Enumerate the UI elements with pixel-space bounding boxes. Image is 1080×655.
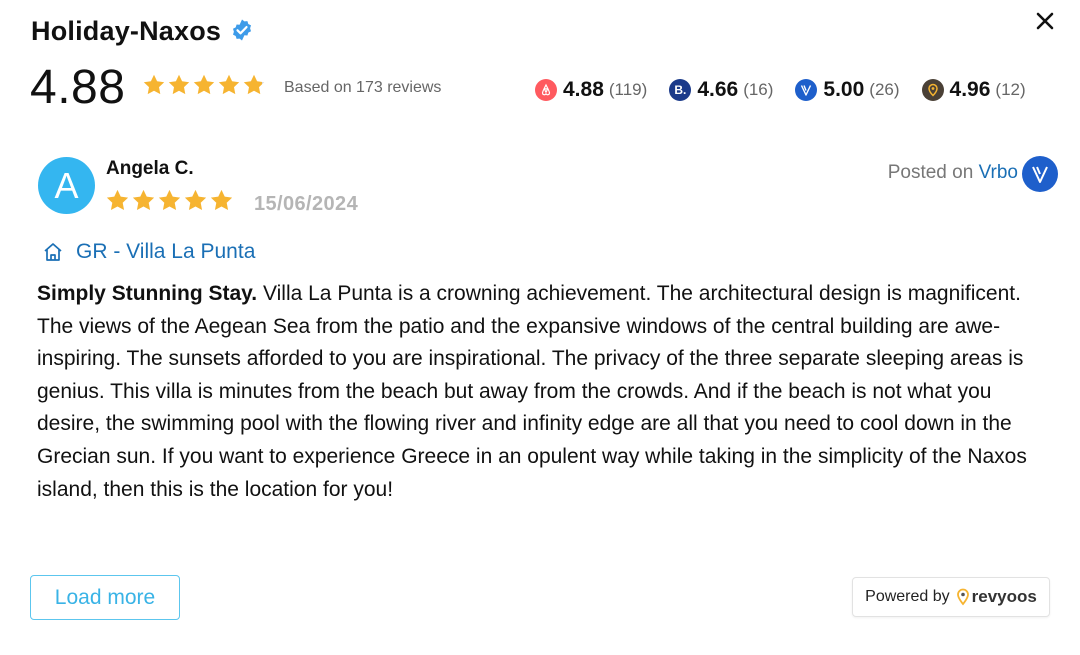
platform-score: 4.66 bbox=[697, 78, 739, 101]
platform-count: (26) bbox=[869, 80, 900, 99]
platform-rating-revyoos[interactable]: 4.96 (12) bbox=[921, 78, 1026, 102]
platform-count: (12) bbox=[995, 80, 1026, 99]
review-date: 15/06/2024 bbox=[254, 193, 359, 215]
vrbo-source-icon bbox=[1022, 156, 1058, 192]
property-name: GR - Villa La Punta bbox=[76, 240, 256, 263]
star-icon bbox=[184, 189, 207, 210]
booking-icon: B. bbox=[669, 79, 692, 101]
platform-rating-airbnb[interactable]: 4.88 (119) bbox=[535, 78, 647, 102]
close-icon[interactable] bbox=[1032, 8, 1058, 34]
property-link[interactable]: GR - Villa La Punta bbox=[42, 240, 255, 264]
platform-count: (16) bbox=[743, 80, 774, 99]
star-icon bbox=[143, 74, 165, 95]
posted-source-link[interactable]: Vrbo bbox=[979, 162, 1018, 183]
review-star-rating bbox=[105, 188, 234, 213]
reviewer-name: Angela C. bbox=[106, 158, 194, 179]
platform-rating-booking[interactable]: B. 4.66 (16) bbox=[669, 78, 773, 102]
platform-ratings: 4.88 (119) B. 4.66 (16) 5.00 (26) 4.96 (… bbox=[535, 78, 1026, 102]
powered-by-label: Powered by bbox=[865, 588, 950, 605]
star-icon bbox=[106, 189, 129, 210]
review-count-label: Based on 173 reviews bbox=[284, 79, 442, 96]
review-headline: Simply Stunning Stay. bbox=[37, 282, 258, 305]
platform-score: 4.88 bbox=[563, 78, 604, 101]
star-icon bbox=[218, 74, 240, 95]
verified-badge-icon bbox=[233, 19, 252, 40]
revyoos-pin-icon bbox=[956, 588, 969, 606]
review-body: Simply Stunning Stay. Villa La Punta is … bbox=[37, 278, 1047, 506]
platform-rating-vrbo[interactable]: 5.00 (26) bbox=[795, 78, 900, 102]
avatar: A bbox=[38, 157, 95, 214]
star-icon bbox=[243, 74, 265, 95]
star-icon bbox=[132, 189, 155, 210]
home-icon bbox=[44, 243, 62, 261]
platform-score: 4.96 bbox=[949, 78, 991, 101]
load-more-button[interactable]: Load more bbox=[30, 575, 180, 620]
platform-count: (119) bbox=[608, 80, 648, 99]
airbnb-icon bbox=[535, 79, 557, 101]
widget-header: Holiday-Naxos bbox=[31, 16, 254, 47]
revyoos-logo-text: revyoos bbox=[971, 587, 1037, 606]
star-icon bbox=[193, 74, 215, 95]
star-icon bbox=[158, 189, 181, 210]
star-icon bbox=[168, 74, 190, 95]
posted-prefix: Posted on bbox=[887, 162, 974, 183]
revyoos-icon bbox=[921, 79, 944, 101]
vrbo-icon bbox=[795, 79, 818, 101]
page-title: Holiday-Naxos bbox=[31, 16, 222, 46]
star-icon bbox=[210, 189, 233, 210]
review-text: Villa La Punta is a crowning achievement… bbox=[37, 282, 1027, 501]
platform-score: 5.00 bbox=[823, 78, 865, 101]
summary-star-rating bbox=[142, 73, 266, 97]
overall-rating: 4.88 bbox=[30, 61, 126, 114]
powered-by-badge[interactable]: Powered by revyoos bbox=[852, 577, 1050, 617]
posted-on-label: Posted on Vrbo bbox=[888, 162, 1018, 184]
